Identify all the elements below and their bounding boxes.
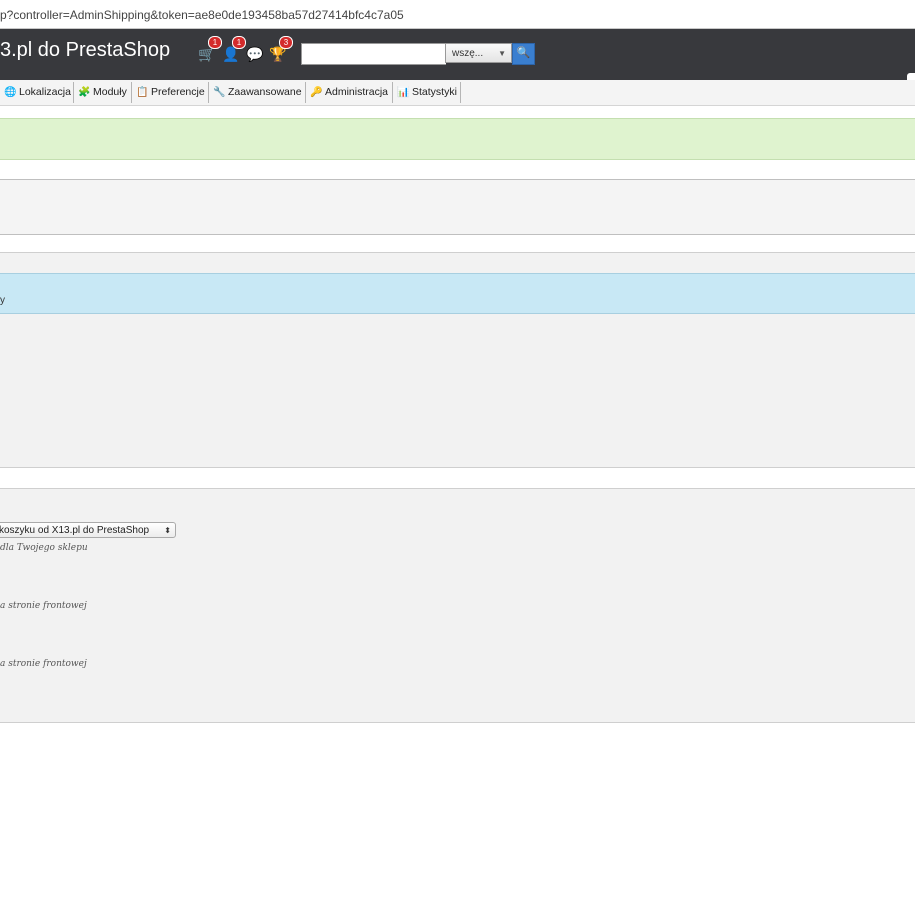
stats-icon: 📊 — [397, 87, 410, 98]
search-scope-label: wszę... — [452, 48, 484, 59]
menu-item-label: Moduły — [93, 86, 127, 98]
search-button[interactable]: 🔍 — [512, 43, 535, 65]
address-bar[interactable]: p?controller=AdminShipping&token=ae8e0de… — [0, 0, 915, 29]
preferences-icon: 📋 — [136, 87, 149, 98]
globe-icon: 🌐 — [4, 87, 17, 98]
main-menu: 🌐 Lokalizacja 🧩 Moduły 📋 Preferencje 🔧 Zaawa… — [0, 80, 915, 106]
menu-item-label: Lokalizacja — [19, 86, 71, 98]
admin-header: 3.pl do PrestaShop 🛒 1 👤 1 💬 🏆 3 wszę...… — [0, 29, 915, 89]
search-scope-select[interactable]: wszę... ▼ — [445, 43, 512, 63]
customer-badge: 1 — [232, 36, 246, 49]
wrench-icon: 🔧 — [213, 87, 226, 98]
search-icon: 🔍 — [516, 47, 531, 59]
menu-item-zaawansowane[interactable]: 🔧 Zaawansowane — [209, 82, 306, 103]
content-panel — [0, 179, 915, 235]
module-select[interactable]: koszyku od X13.pl do PrestaShop ⬍ — [0, 522, 176, 538]
menu-item-moduly[interactable]: 🧩 Moduły — [74, 82, 132, 103]
trophy-badge: 3 — [279, 36, 293, 49]
cart-icon[interactable]: 🛒 1 — [198, 36, 222, 63]
shop-title[interactable]: 3.pl do PrestaShop — [0, 39, 170, 62]
field-hint: a stronie frontowej — [0, 601, 87, 611]
search-input[interactable] — [301, 43, 446, 65]
menu-item-label: Preferencje — [151, 86, 205, 98]
cart-badge: 1 — [208, 36, 222, 49]
info-panel-text: y — [0, 295, 5, 306]
success-panel — [0, 118, 915, 160]
url-text[interactable]: p?controller=AdminShipping&token=ae8e0de… — [0, 8, 404, 22]
menu-item-preferencje[interactable]: 📋 Preferencje — [132, 82, 209, 103]
field-hint: a stronie frontowej — [0, 659, 87, 669]
menu-item-label: Zaawansowane — [228, 86, 302, 98]
menu-item-label: Statystyki — [412, 86, 457, 98]
settings-panel: koszyku od X13.pl do PrestaShop ⬍ dla Tw… — [0, 488, 915, 723]
module-select-value: koszyku od X13.pl do PrestaShop — [0, 525, 150, 536]
customer-icon[interactable]: 👤 1 — [222, 36, 246, 63]
info-panel: y — [0, 273, 915, 314]
field-hint: dla Twojego sklepu — [0, 543, 88, 553]
menu-item-administracja[interactable]: 🔑 Administracja — [306, 82, 393, 103]
puzzle-icon: 🧩 — [78, 87, 91, 98]
chevron-updown-icon: ⬍ — [164, 526, 171, 535]
message-icon[interactable]: 💬 — [246, 45, 264, 63]
menu-item-label: Administracja — [325, 86, 389, 98]
trophy-icon[interactable]: 🏆 3 — [269, 36, 293, 63]
chevron-down-icon: ▼ — [498, 49, 506, 58]
menu-item-lokalizacja[interactable]: 🌐 Lokalizacja — [0, 82, 74, 103]
menu-item-statystyki[interactable]: 📊 Statystyki — [393, 82, 461, 103]
key-icon: 🔑 — [310, 87, 323, 98]
